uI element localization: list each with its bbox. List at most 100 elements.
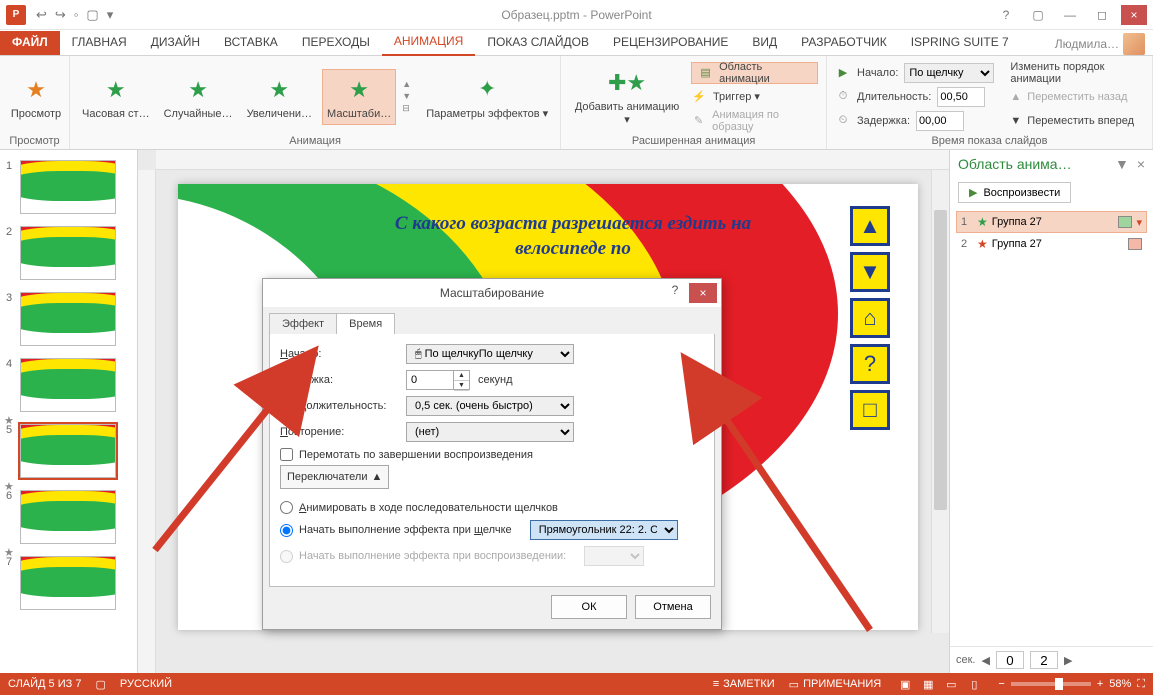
- minimize-icon[interactable]: —: [1057, 5, 1083, 25]
- tab-file[interactable]: ФАЙЛ: [0, 31, 60, 55]
- anim-item-2[interactable]: 2 ★ Группа 27: [956, 233, 1147, 255]
- spin-down-icon[interactable]: ▼: [454, 381, 469, 391]
- thumb-slide-3[interactable]: [20, 292, 116, 346]
- maximize-icon[interactable]: ◻: [1089, 5, 1115, 25]
- nav-down-button[interactable]: ▼: [850, 252, 890, 292]
- thumb-slide-5[interactable]: [20, 424, 116, 478]
- anim-item-1[interactable]: 1 ★ Группа 27 ▾: [956, 211, 1147, 233]
- effect-options-button[interactable]: ✦Параметры эффектов ▾: [422, 69, 552, 124]
- spin-up-icon[interactable]: ▲: [454, 371, 469, 381]
- dlg-ok-button[interactable]: ОК: [551, 595, 627, 619]
- timeline-start-input[interactable]: [996, 651, 1024, 669]
- animation-pane-button[interactable]: ▤Область анимации: [691, 62, 818, 84]
- dialog-close-icon[interactable]: ×: [689, 283, 717, 303]
- dlg-triggers-toggle[interactable]: Переключатели▲: [280, 465, 389, 489]
- tab-slideshow[interactable]: ПОКАЗ СЛАЙДОВ: [475, 31, 601, 55]
- add-animation-button[interactable]: ✚★Добавить анимацию ▾: [569, 63, 685, 130]
- play-button[interactable]: ▶Воспроизвести: [958, 182, 1071, 203]
- thumb-number: 1: [6, 160, 16, 172]
- thumb-slide-6[interactable]: [20, 490, 116, 544]
- pane-dropdown-icon[interactable]: ▼: [1115, 156, 1129, 172]
- qat-start-icon[interactable]: ◦: [74, 7, 79, 23]
- duration-input[interactable]: [937, 87, 985, 107]
- qat-item-icon[interactable]: ▢: [86, 7, 98, 23]
- tab-transitions[interactable]: ПЕРЕХОДЫ: [290, 31, 382, 55]
- tl-next-icon[interactable]: ▶: [1064, 654, 1072, 667]
- dlg-rewind-checkbox[interactable]: [280, 448, 293, 461]
- language-indicator[interactable]: РУССКИЙ: [120, 678, 172, 690]
- dlg-duration-select[interactable]: 0,5 сек. (очень быстро): [406, 396, 574, 416]
- nav-help-button[interactable]: ?: [850, 344, 890, 384]
- pane-close-icon[interactable]: ×: [1137, 156, 1145, 172]
- fit-icon[interactable]: ⛶: [1137, 678, 1145, 691]
- trigger-button[interactable]: ⚡Триггер ▾: [691, 86, 818, 108]
- slide-thumbnails[interactable]: 1 2 3 4★ 5★ 6★ 7: [0, 150, 138, 673]
- zoom-in-icon[interactable]: +: [1097, 678, 1103, 690]
- tab-review[interactable]: РЕЦЕНЗИРОВАНИЕ: [601, 31, 740, 55]
- close-icon[interactable]: ×: [1121, 5, 1147, 25]
- thumb-slide-4[interactable]: [20, 358, 116, 412]
- tab-home[interactable]: ГЛАВНАЯ: [60, 31, 139, 55]
- qat-undo-icon[interactable]: ↩: [36, 7, 47, 23]
- gallery-more-icon[interactable]: ⊟: [402, 103, 416, 114]
- anim-menu-icon[interactable]: ▾: [1136, 216, 1142, 229]
- preview-button[interactable]: ★Просмотр: [8, 70, 64, 124]
- dialog-tab-time[interactable]: Время: [336, 313, 395, 334]
- gallery-down-icon[interactable]: ▼: [402, 91, 416, 101]
- tab-design[interactable]: ДИЗАЙН: [139, 31, 212, 55]
- thumb-slide-1[interactable]: [20, 160, 116, 214]
- dlg-play-select: [584, 546, 644, 566]
- zoom-slider[interactable]: [1011, 682, 1091, 686]
- anim-random[interactable]: ★Случайные…: [160, 70, 237, 124]
- dlg-radio-onclick[interactable]: [280, 524, 293, 537]
- ribbon-display-icon[interactable]: ▢: [1025, 5, 1051, 25]
- tab-animations[interactable]: АНИМАЦИЯ: [382, 30, 475, 56]
- thumb-slide-7[interactable]: [20, 556, 116, 610]
- tab-ispring[interactable]: ISPRING SUITE 7: [899, 31, 1021, 55]
- ribbon-tabs: ФАЙЛ ГЛАВНАЯ ДИЗАЙН ВСТАВКА ПЕРЕХОДЫ АНИ…: [0, 30, 1153, 56]
- dlg-repeat-select[interactable]: (нет): [406, 422, 574, 442]
- slideshow-view-icon[interactable]: ▯: [964, 678, 984, 691]
- help-icon[interactable]: ?: [993, 5, 1019, 25]
- nav-doc-button[interactable]: □: [850, 390, 890, 430]
- sorter-view-icon[interactable]: ▦: [918, 678, 938, 691]
- dialog-titlebar[interactable]: Масштабирование ? ×: [263, 279, 721, 307]
- notes-button[interactable]: ≡ЗАМЕТКИ: [713, 678, 775, 690]
- thumb-slide-2[interactable]: [20, 226, 116, 280]
- gallery-up-icon[interactable]: ▲: [402, 79, 416, 89]
- play-icon: ▶: [969, 186, 977, 199]
- tab-insert[interactable]: ВСТАВКА: [212, 31, 290, 55]
- nav-home-button[interactable]: ⌂: [850, 298, 890, 338]
- dialog-help-icon[interactable]: ?: [663, 283, 687, 303]
- dlg-radio-sequence[interactable]: [280, 501, 293, 514]
- dlg-delay-input[interactable]: [406, 370, 454, 390]
- anim-label: Группа 27: [992, 216, 1042, 228]
- zoom-value[interactable]: 58%: [1109, 678, 1131, 690]
- account-user[interactable]: Людмила…: [1055, 33, 1153, 55]
- tab-developer[interactable]: РАЗРАБОТЧИК: [789, 31, 899, 55]
- tl-prev-icon[interactable]: ◀: [982, 654, 990, 667]
- nav-up-button[interactable]: ▲: [850, 206, 890, 246]
- tab-view[interactable]: ВИД: [740, 31, 789, 55]
- qat-redo-icon[interactable]: ↪: [55, 7, 66, 23]
- timeline-end-input[interactable]: [1030, 651, 1058, 669]
- window-title: Образец.pptm - PowerPoint: [501, 8, 651, 22]
- comments-button[interactable]: ▭ПРИМЕЧАНИЯ: [789, 678, 882, 691]
- anim-scale[interactable]: ★Масштаби…: [322, 69, 396, 125]
- normal-view-icon[interactable]: ▣: [895, 678, 915, 691]
- view-buttons: ▣ ▦ ▭ ▯: [895, 678, 984, 691]
- zoom-out-icon[interactable]: −: [998, 678, 1004, 690]
- move-later-button[interactable]: ▼Переместить вперед: [1010, 110, 1144, 132]
- dialog-tab-effect[interactable]: Эффект: [269, 313, 337, 334]
- spell-icon[interactable]: ▢: [95, 678, 105, 691]
- delay-input[interactable]: [916, 111, 964, 131]
- editor-scrollbar[interactable]: [931, 170, 949, 633]
- qat-more-icon[interactable]: ▾: [107, 7, 114, 23]
- anim-clock[interactable]: ★Часовая ст…: [78, 70, 154, 124]
- start-select[interactable]: По щелчку: [904, 63, 994, 83]
- dlg-trigger-select[interactable]: Прямоугольник 22: 2. С 13 ле: [530, 520, 678, 540]
- anim-zoom-in[interactable]: ★Увеличени…: [243, 70, 316, 124]
- dlg-start-select[interactable]: 🖱 По щелчкуПо щелчку: [406, 344, 574, 364]
- reading-view-icon[interactable]: ▭: [941, 678, 961, 691]
- dlg-cancel-button[interactable]: Отмена: [635, 595, 711, 619]
